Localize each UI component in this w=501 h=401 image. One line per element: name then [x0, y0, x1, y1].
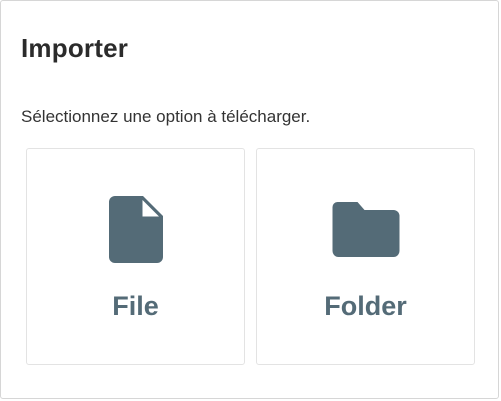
import-dialog: Importer Sélectionnez une option à téléc… [0, 0, 499, 399]
folder-option-button[interactable]: Folder [256, 148, 475, 365]
file-option-button[interactable]: File [26, 148, 245, 365]
folder-option-label: Folder [324, 291, 407, 321]
file-icon [108, 196, 163, 263]
file-option-label: File [112, 291, 159, 321]
folder-icon [332, 202, 399, 257]
dialog-title: Importer [21, 33, 129, 63]
upload-options: File Folder [26, 148, 476, 365]
dialog-instructions: Sélectionnez une option à télécharger. [21, 107, 311, 126]
